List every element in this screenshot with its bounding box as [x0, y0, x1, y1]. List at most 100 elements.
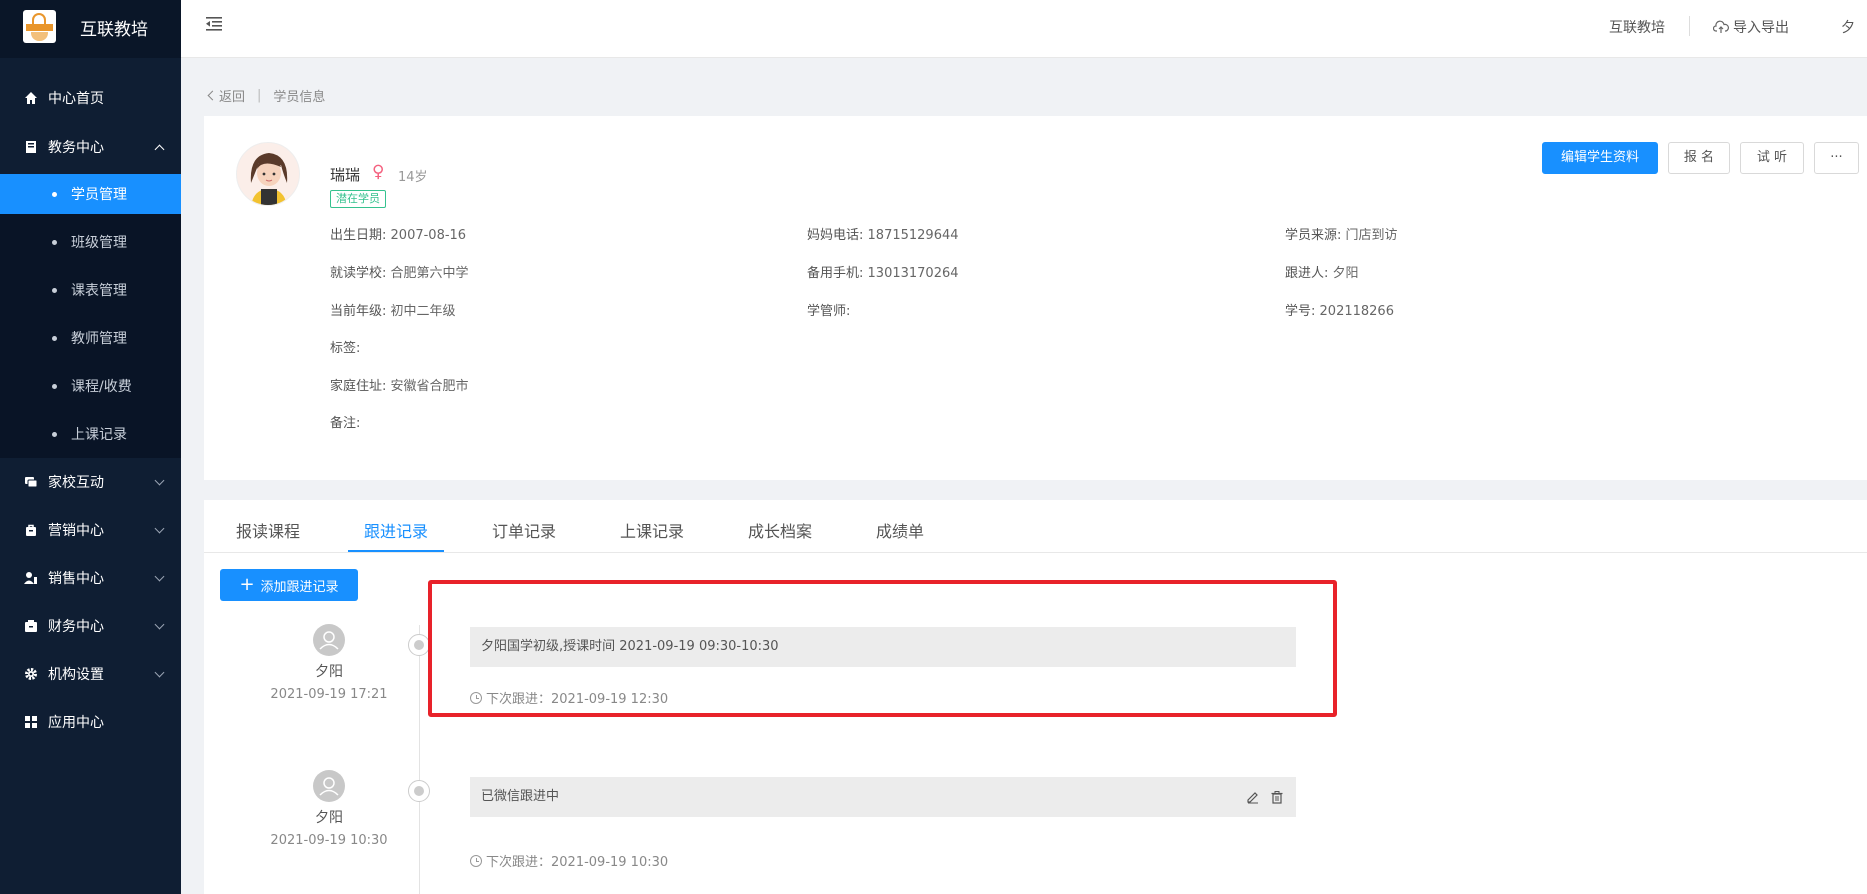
chevron-down-icon — [154, 667, 165, 678]
sidebar-subitem-attendance[interactable]: 上课记录 — [0, 414, 181, 454]
sidebar-item-sales[interactable]: 销售中心 — [0, 558, 181, 598]
student-name: 瑞瑞 — [330, 166, 361, 184]
sidebar-subitem-schedule[interactable]: 课表管理 — [0, 270, 181, 310]
tab-attendance[interactable]: 上课记录 — [620, 518, 684, 542]
highlight-annotation — [428, 580, 1337, 717]
info-note: 备注: — [330, 416, 361, 431]
home-icon — [24, 91, 38, 105]
record-user: 夕阳 — [315, 664, 343, 680]
sidebar-item-apps[interactable]: 应用中心 — [0, 702, 181, 742]
gear-icon — [24, 667, 38, 681]
sidebar-subitem-classes[interactable]: 班级管理 — [0, 222, 181, 262]
info-birth: 出生日期: 2007-08-16 — [330, 228, 467, 243]
sidebar-item-label: 应用中心 — [48, 715, 104, 731]
chevron-left-icon — [207, 90, 218, 101]
add-follow-up-button[interactable]: + 添加跟进记录 — [220, 569, 358, 601]
sidebar-subitem-courses[interactable]: 课程/收费 — [0, 366, 181, 406]
sidebar-subitem-label: 课表管理 — [71, 283, 127, 299]
sidebar-item-label: 机构设置 — [48, 667, 104, 683]
info-tags: 标签: — [330, 341, 361, 356]
record-user-avatar — [313, 770, 345, 802]
student-age: 14岁 — [398, 170, 428, 185]
record-time: 2021-09-19 17:21 — [270, 687, 388, 702]
timeline-node — [408, 634, 430, 656]
import-export-label: 导入导出 — [1733, 20, 1789, 36]
sidebar-item-settings[interactable]: 机构设置 — [0, 654, 181, 694]
info-school: 就读学校: 合肥第六中学 — [330, 266, 469, 281]
delete-icon[interactable] — [1270, 790, 1284, 804]
app-name: 互联教培 — [80, 20, 148, 40]
sidebar-item-label: 中心首页 — [48, 91, 104, 107]
sidebar-item-label: 营销中心 — [48, 523, 104, 539]
import-export-button[interactable]: 导入导出 — [1713, 17, 1789, 37]
header-divider — [1689, 16, 1690, 36]
chevron-down-icon — [154, 571, 165, 582]
enroll-button[interactable]: 报 名 — [1668, 142, 1730, 174]
book-icon — [24, 140, 38, 154]
info-student-no: 学号: 202118266 — [1285, 304, 1394, 319]
record-user-avatar — [313, 624, 345, 656]
info-address: 家庭住址: 安徽省合肥市 — [330, 379, 469, 394]
timeline-line — [419, 625, 420, 894]
grid-icon — [24, 715, 38, 729]
trial-button[interactable]: 试 听 — [1740, 142, 1804, 174]
header-org-name[interactable]: 互联教培 — [1609, 17, 1665, 37]
sidebar-item-home-school[interactable]: 家校互动 — [0, 462, 181, 502]
more-button[interactable]: ··· — [1814, 142, 1859, 174]
info-follower: 跟进人: 夕阳 — [1285, 266, 1359, 281]
app-logo — [23, 10, 56, 43]
info-manager: 学管师: — [807, 304, 851, 319]
sidebar-item-academic[interactable]: 教务中心 — [0, 127, 181, 167]
tab-follow-up[interactable]: 跟进记录 — [364, 518, 428, 542]
timeline-node — [408, 780, 430, 802]
breadcrumb-current: 学员信息 — [273, 90, 326, 105]
sidebar-item-home[interactable]: 中心首页 — [0, 78, 181, 118]
student-avatar — [236, 142, 300, 206]
edit-icon[interactable] — [1246, 790, 1260, 804]
sidebar-subitem-teachers[interactable]: 教师管理 — [0, 318, 181, 358]
wallet-icon — [24, 619, 38, 633]
sidebar: 互联教培 中心首页 教务中心 学员管理 班级管理 课表管理 教师管理 课程/收费… — [0, 0, 181, 894]
record-user: 夕阳 — [315, 810, 343, 826]
sidebar-item-label: 销售中心 — [48, 571, 104, 587]
plus-icon: + — [239, 574, 255, 595]
female-icon: ♀ — [372, 162, 385, 182]
sidebar-item-label: 教务中心 — [48, 140, 104, 156]
sidebar-subitem-label: 课程/收费 — [71, 379, 132, 395]
bag-icon — [24, 523, 38, 537]
info-mom-phone: 妈妈电话: 18715129644 — [807, 228, 959, 243]
sidebar-subitem-label: 班级管理 — [71, 235, 127, 251]
menu-collapse-icon[interactable] — [205, 15, 223, 33]
cloud-upload-icon — [1713, 20, 1729, 34]
chevron-down-icon — [154, 475, 165, 486]
back-link[interactable]: 返回 — [207, 86, 245, 105]
sidebar-item-label: 家校互动 — [48, 475, 104, 491]
edit-student-button[interactable]: 编辑学生资料 — [1542, 142, 1658, 174]
tab-growth[interactable]: 成长档案 — [748, 518, 812, 542]
top-header: 互联教培 导入导出 夕 — [181, 0, 1867, 58]
info-grade: 当前年级: 初中二年级 — [330, 304, 456, 319]
clock-icon — [470, 854, 482, 867]
chevron-up-icon — [154, 144, 165, 155]
user-menu[interactable]: 夕 — [1841, 17, 1855, 37]
status-badge: 潜在学员 — [330, 190, 386, 208]
sidebar-subitem-label: 上课记录 — [71, 427, 127, 443]
record-content: 已微信跟进中 — [470, 777, 1296, 817]
tab-grades[interactable]: 成绩单 — [876, 518, 924, 542]
chevron-down-icon — [154, 619, 165, 630]
info-backup-phone: 备用手机: 13013170264 — [807, 266, 959, 281]
record-time: 2021-09-19 10:30 — [270, 833, 388, 848]
sidebar-item-label: 财务中心 — [48, 619, 104, 635]
student-profile-card: 瑞瑞 ♀ 14岁 潜在学员 出生日期: 2007-08-16 就读学校: 合肥第… — [204, 116, 1867, 480]
sidebar-subitem-label: 教师管理 — [71, 331, 127, 347]
breadcrumb: 返回 | 学员信息 — [207, 86, 326, 105]
tab-orders[interactable]: 订单记录 — [492, 518, 556, 542]
sidebar-item-marketing[interactable]: 营销中心 — [0, 510, 181, 550]
tab-courses[interactable]: 报读课程 — [236, 518, 300, 542]
active-tab-indicator — [348, 550, 444, 552]
chevron-down-icon — [154, 523, 165, 534]
tab-bar: 报读课程 跟进记录 订单记录 上课记录 成长档案 成绩单 — [204, 500, 1867, 553]
record-next-follow-up: 下次跟进：2021-09-19 10:30 — [470, 851, 668, 870]
sidebar-subitem-students[interactable]: 学员管理 — [0, 174, 181, 214]
sidebar-item-finance[interactable]: 财务中心 — [0, 606, 181, 646]
